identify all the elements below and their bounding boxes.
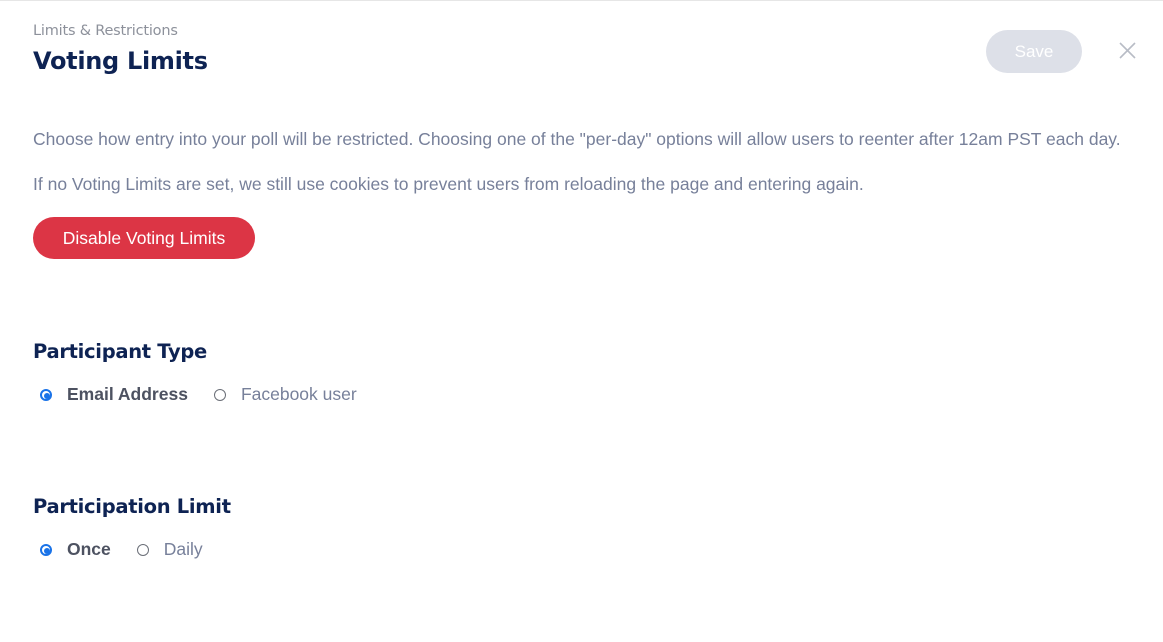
- radio-unchecked-icon[interactable]: [136, 543, 149, 556]
- radio-label: Email Address: [67, 384, 188, 404]
- radio-label: Once: [67, 539, 111, 559]
- participant-type-heading: Participant Type: [33, 340, 207, 363]
- radio-unchecked-icon[interactable]: [213, 388, 226, 401]
- radio-option-daily[interactable]: Daily: [136, 539, 203, 560]
- participant-type-radio-group: Email Address Facebook user: [40, 384, 383, 405]
- close-button[interactable]: [1117, 40, 1138, 61]
- participation-limit-radio-group: Once Daily: [40, 539, 229, 560]
- radio-checked-icon[interactable]: [40, 388, 52, 401]
- radio-option-facebook-user[interactable]: Facebook user: [213, 384, 357, 405]
- disable-voting-limits-button[interactable]: Disable Voting Limits: [33, 217, 255, 259]
- radio-label: Facebook user: [240, 384, 357, 404]
- radio-option-once[interactable]: Once: [40, 539, 111, 560]
- description-text: Choose how entry into your poll will be …: [33, 129, 1121, 149]
- radio-label: Daily: [163, 539, 203, 559]
- save-button[interactable]: Save: [986, 30, 1082, 73]
- radio-option-email-address[interactable]: Email Address: [40, 384, 188, 405]
- breadcrumb: Limits & Restrictions: [33, 23, 178, 39]
- cookie-notice-text: If no Voting Limits are set, we still us…: [33, 174, 864, 194]
- participation-limit-heading: Participation Limit: [33, 495, 231, 518]
- close-icon: [1119, 42, 1136, 59]
- page-title: Voting Limits: [33, 47, 208, 75]
- radio-checked-icon[interactable]: [40, 543, 52, 556]
